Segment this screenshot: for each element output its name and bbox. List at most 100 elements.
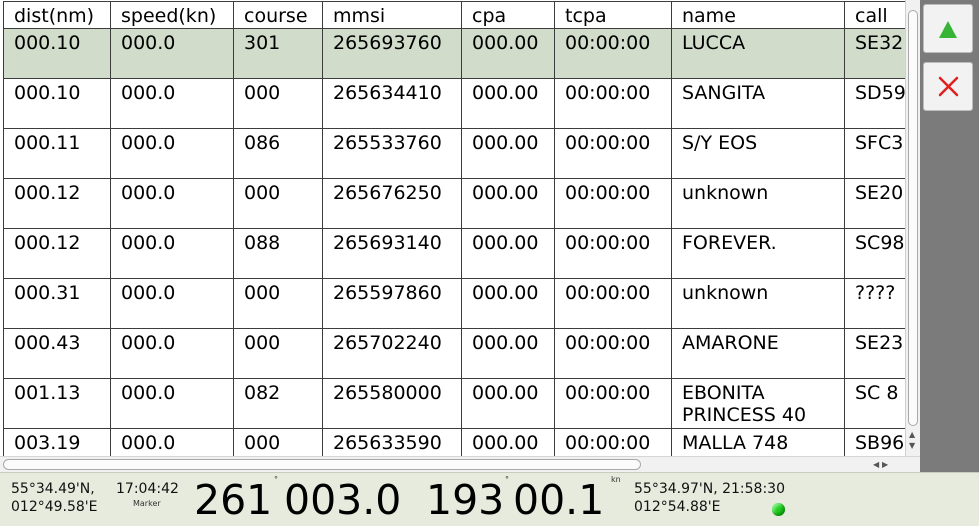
- status-bar: 55°34.49'N, 17:04:42 012°49.58'E Marker …: [0, 472, 979, 526]
- scroll-up-button[interactable]: [923, 4, 973, 53]
- side-panel: [920, 0, 979, 472]
- cell-dist: 000.10: [3, 78, 111, 129]
- vertical-scrollbar-thumb[interactable]: [908, 10, 918, 426]
- vertical-scrollbar[interactable]: ▲ ▼: [905, 0, 920, 456]
- cell-dist: 000.43: [3, 328, 111, 379]
- cell-name: AMARONE: [671, 328, 845, 379]
- cell-cpa: 000.00: [461, 278, 555, 329]
- cell-mmsi: 265676250: [322, 178, 462, 229]
- cell-tcpa: 00:00:00: [554, 278, 672, 329]
- cell-name: S/Y EOS: [671, 128, 845, 179]
- cell-speed: 000.0: [110, 328, 234, 379]
- cell-dist: 000.12: [3, 228, 111, 279]
- scroll-down-arrow-icon[interactable]: ▼: [909, 442, 915, 450]
- cell-mmsi: 265702240: [322, 328, 462, 379]
- cell-tcpa: 00:00:00: [554, 128, 672, 179]
- table-row[interactable]: 003.19 000.0 000 265633590 000.00 00:00:00 MAL…: [3, 428, 905, 456]
- cell-mmsi: 265580000: [322, 378, 462, 429]
- cell-tcpa: 00:00:00: [554, 228, 672, 279]
- table-row[interactable]: 000.10 000.0 301 265693760 000.00 00:00:00 LUC…: [3, 28, 905, 79]
- cell-name: FOREVER.: [671, 228, 845, 279]
- scroll-up-arrow-icon[interactable]: ▲: [909, 431, 915, 439]
- cell-speed: 000.0: [110, 178, 234, 229]
- cell-call: SC 8: [844, 378, 905, 429]
- cell-course: 082: [233, 378, 323, 429]
- cell-cpa: 000.00: [461, 28, 555, 79]
- column-header-mmsi[interactable]: mmsi: [322, 1, 462, 29]
- close-button[interactable]: [923, 62, 973, 111]
- marker-label: Marker: [133, 499, 161, 508]
- ais-target-table-viewport[interactable]: dist(nm) speed(kn) course mmsi cpa tcpa …: [0, 0, 905, 456]
- table-row[interactable]: 000.11 000.0 086 265533760 000.00 00:00:00 S/Y…: [3, 128, 905, 179]
- cell-dist: 001.13: [3, 378, 111, 429]
- table-row[interactable]: 000.10 000.0 000 265634410 000.00 00:00:00 SAN…: [3, 78, 905, 129]
- red-x-icon: [938, 76, 959, 97]
- column-header-course[interactable]: course: [233, 1, 323, 29]
- column-header-name[interactable]: name: [671, 1, 845, 29]
- cell-mmsi: 265533760: [322, 128, 462, 179]
- cell-speed: 000.0: [110, 228, 234, 279]
- cell-speed: 000.0: [110, 378, 234, 429]
- scroll-right-arrow-icon[interactable]: ▶: [882, 460, 888, 469]
- cell-speed: 000.0: [110, 278, 234, 329]
- position-longitude: 012°54.88'E: [634, 499, 721, 515]
- cell-speed: 000.0: [110, 78, 234, 129]
- cell-mmsi: 265633590: [322, 428, 462, 456]
- cell-cpa: 000.00: [461, 378, 555, 429]
- cell-name: SANGITA: [671, 78, 845, 129]
- bearing-degree-symbol: °: [274, 475, 278, 484]
- course-value: 193: [426, 476, 505, 524]
- table-row[interactable]: 000.12 000.0 000 265676250 000.00 00:00:00 unk…: [3, 178, 905, 229]
- column-header-speed[interactable]: speed(kn): [110, 1, 234, 29]
- cell-tcpa: 00:00:00: [554, 178, 672, 229]
- cell-call: SC98: [844, 228, 905, 279]
- cell-call: SE32: [844, 28, 905, 79]
- cell-course: 000: [233, 178, 323, 229]
- distance-value: 003.0: [284, 476, 402, 524]
- cell-speed: 000.0: [110, 128, 234, 179]
- speed-value: 00.1: [513, 476, 605, 524]
- horizontal-scrollbar-thumb[interactable]: [3, 459, 641, 470]
- column-header-cpa[interactable]: cpa: [461, 1, 555, 29]
- gps-fix-indicator-icon: [772, 503, 785, 516]
- cell-call: SD59: [844, 78, 905, 129]
- cell-course: 301: [233, 28, 323, 79]
- bearing-value: 261: [194, 476, 273, 524]
- ais-target-table: dist(nm) speed(kn) course mmsi cpa tcpa …: [3, 1, 905, 456]
- cell-dist: 000.10: [3, 28, 111, 79]
- cell-dist: 000.12: [3, 178, 111, 229]
- table-row[interactable]: 000.43 000.0 000 265702240 000.00 00:00:00 AMA…: [3, 328, 905, 379]
- cell-speed: 000.0: [110, 428, 234, 456]
- cell-cpa: 000.00: [461, 428, 555, 456]
- cell-mmsi: 265693760: [322, 28, 462, 79]
- cell-course: 086: [233, 128, 323, 179]
- horizontal-scrollbar[interactable]: ◀ ▶: [0, 456, 920, 472]
- cell-cpa: 000.00: [461, 78, 555, 129]
- cell-dist: 000.11: [3, 128, 111, 179]
- cell-call: SFC3: [844, 128, 905, 179]
- cell-tcpa: 00:00:00: [554, 328, 672, 379]
- cell-course: 088: [233, 228, 323, 279]
- table-row[interactable]: 000.31 000.0 000 265597860 000.00 00:00:00 unk…: [3, 278, 905, 329]
- marker-latitude: 55°34.49'N,: [11, 481, 95, 497]
- column-header-tcpa[interactable]: tcpa: [554, 1, 672, 29]
- cell-course: 000: [233, 428, 323, 456]
- table-row[interactable]: 001.13 000.0 082 265580000 000.00 00:00:00 EBO…: [3, 378, 905, 429]
- table-row[interactable]: 000.12 000.0 088 265693140 000.00 00:00:00 FOR…: [3, 228, 905, 279]
- scroll-left-arrow-icon[interactable]: ◀: [873, 460, 879, 469]
- table-header-row: dist(nm) speed(kn) course mmsi cpa tcpa …: [3, 1, 905, 29]
- cell-dist: 000.31: [3, 278, 111, 329]
- column-header-dist[interactable]: dist(nm): [3, 1, 111, 29]
- cell-name: LUCCA: [671, 28, 845, 79]
- cell-name: EBONITA PRINCESS 40: [671, 378, 845, 429]
- cell-dist: 003.19: [3, 428, 111, 456]
- cell-tcpa: 00:00:00: [554, 378, 672, 429]
- cell-call: SB96: [844, 428, 905, 456]
- cell-cpa: 000.00: [461, 178, 555, 229]
- column-header-call[interactable]: call: [844, 1, 905, 29]
- cell-call: SE23: [844, 328, 905, 379]
- cell-mmsi: 265693140: [322, 228, 462, 279]
- cell-tcpa: 00:00:00: [554, 428, 672, 456]
- cell-call: ????: [844, 278, 905, 329]
- cell-course: 000: [233, 328, 323, 379]
